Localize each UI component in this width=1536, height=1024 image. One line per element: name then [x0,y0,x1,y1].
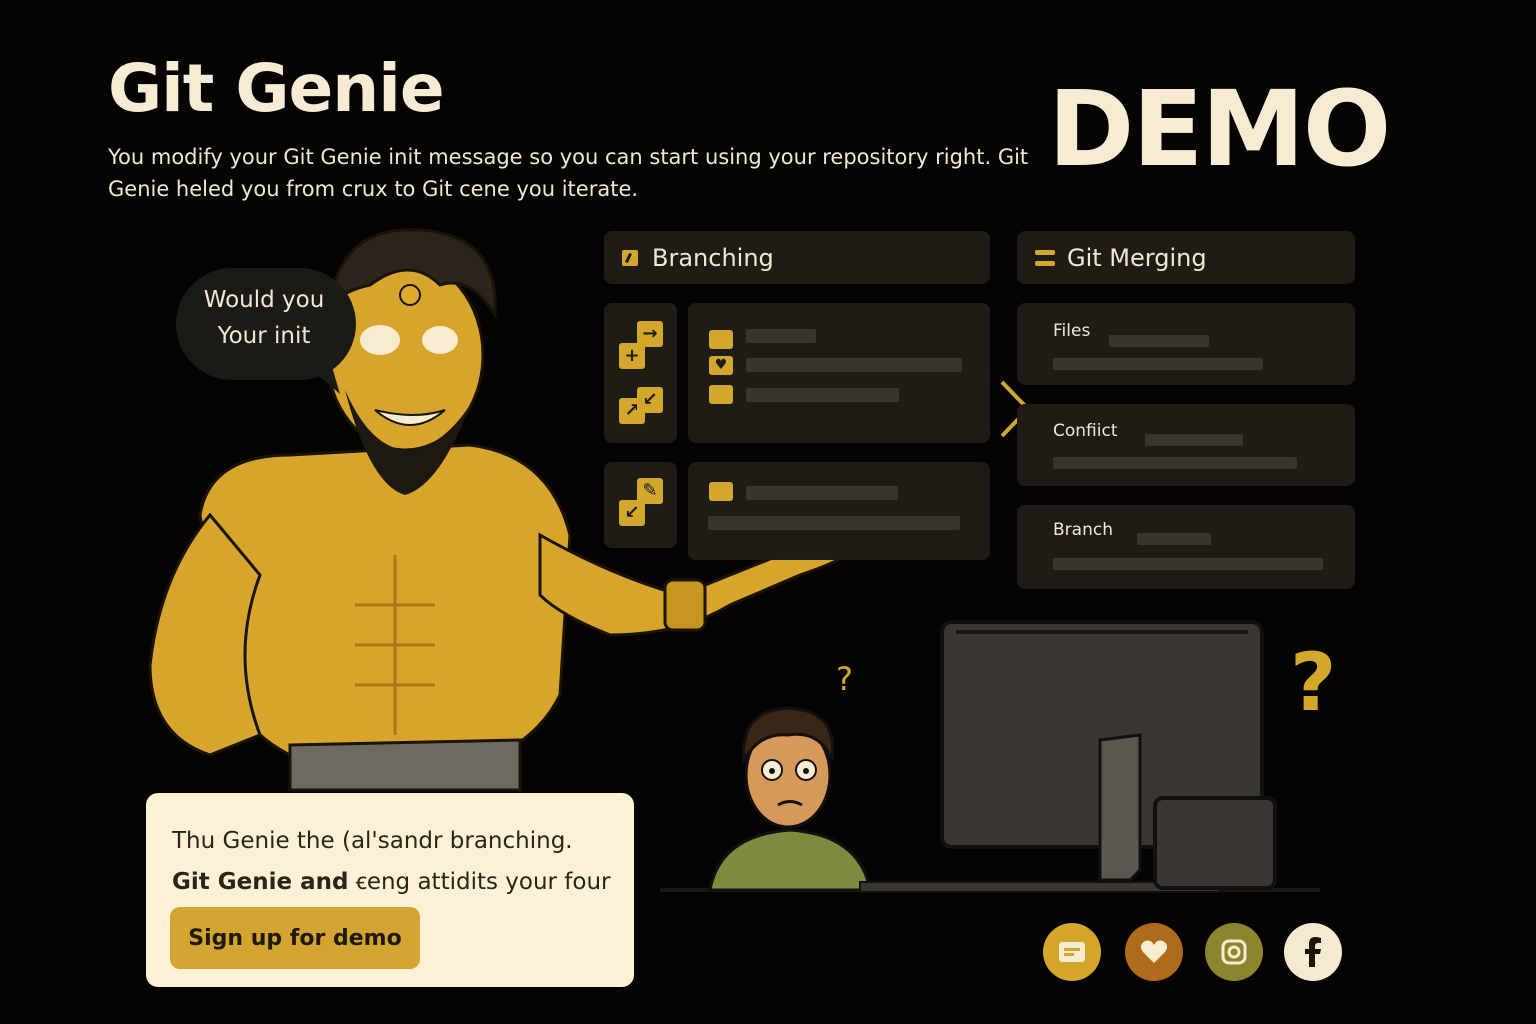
checkbox-icon[interactable] [709,330,733,349]
arrow-right-icon[interactable]: → [637,321,663,347]
instagram-icon [1221,939,1247,965]
heart-check-icon[interactable]: ♥ [709,356,733,375]
placeholder-bar [1145,434,1243,446]
svg-text:?: ? [1290,636,1336,729]
merge-item-label: Branch [1053,520,1113,540]
placeholder-bar [1137,533,1211,545]
merge-item-label: Files [1053,321,1091,341]
placeholder-bar [1053,558,1323,570]
placeholder-bar [746,358,962,372]
speech-line-1: Would you [203,287,325,313]
branch-tool-panel-1: + → ↗ ↙ [604,303,677,443]
facebook-icon [1305,937,1321,967]
promo-text-line-1: Thu Genie the (al'sandr branching. [172,828,573,854]
branching-title: Branching [652,243,774,272]
merge-item-conflict[interactable]: Confiict [1017,404,1355,486]
demo-badge: DEMO [1048,68,1391,190]
merge-item-label: Confiict [1053,421,1118,441]
checkbox-icon[interactable] [709,482,733,501]
sign-up-demo-button[interactable]: Sign up for demo [170,907,420,969]
placeholder-bar [1109,335,1209,347]
heart-icon [1140,940,1168,963]
page-subtitle: You modify your Git Genie init message s… [108,145,1029,201]
speech-bubble-text: Would you Your init [176,282,352,354]
placeholder-bar [1053,457,1297,469]
merging-title: Git Merging [1067,243,1207,272]
page-title: Git Genie [108,50,445,127]
confused-user-illustration: ? ? [660,620,1336,893]
placeholder-bar [708,516,960,530]
merge-item-files[interactable]: Files [1017,303,1355,385]
placeholder-bar [1053,358,1263,370]
merge-item-branch[interactable]: Branch [1017,505,1355,589]
branch-list-panel-2 [688,462,990,560]
speech-line-2: Your init [217,323,311,349]
svg-text:?: ? [836,660,853,698]
checkbox-icon[interactable] [709,385,733,404]
placeholder-bar [746,486,898,500]
promo-text-line-2: Git Genie and ꞓeng attidits your four [172,864,611,896]
instagram-icon-button[interactable] [1205,923,1263,981]
promo-text-rest: ꞓeng attidits your four [348,869,611,895]
placeholder-bar [746,388,899,402]
edit-icon[interactable]: ✎ [637,478,663,504]
branch-curve-icon[interactable]: ↙ [637,387,663,413]
pencil-square-icon [622,249,638,266]
facebook-icon-button[interactable] [1284,923,1342,981]
branch-tool-panel-2: ↙ ✎ [604,462,677,548]
merge-bars-icon [1035,249,1055,266]
branch-list-panel: ♥ [688,303,990,443]
speech-bubble-tail [300,360,340,394]
tab-branching[interactable]: Branching [604,231,990,284]
chat-icon-button[interactable] [1043,923,1101,981]
placeholder-bar [746,329,816,343]
tab-git-merging[interactable]: Git Merging [1017,231,1355,284]
heart-icon-button[interactable] [1125,923,1183,981]
promo-text-bold: Git Genie and [172,869,349,895]
chat-icon [1059,942,1085,962]
